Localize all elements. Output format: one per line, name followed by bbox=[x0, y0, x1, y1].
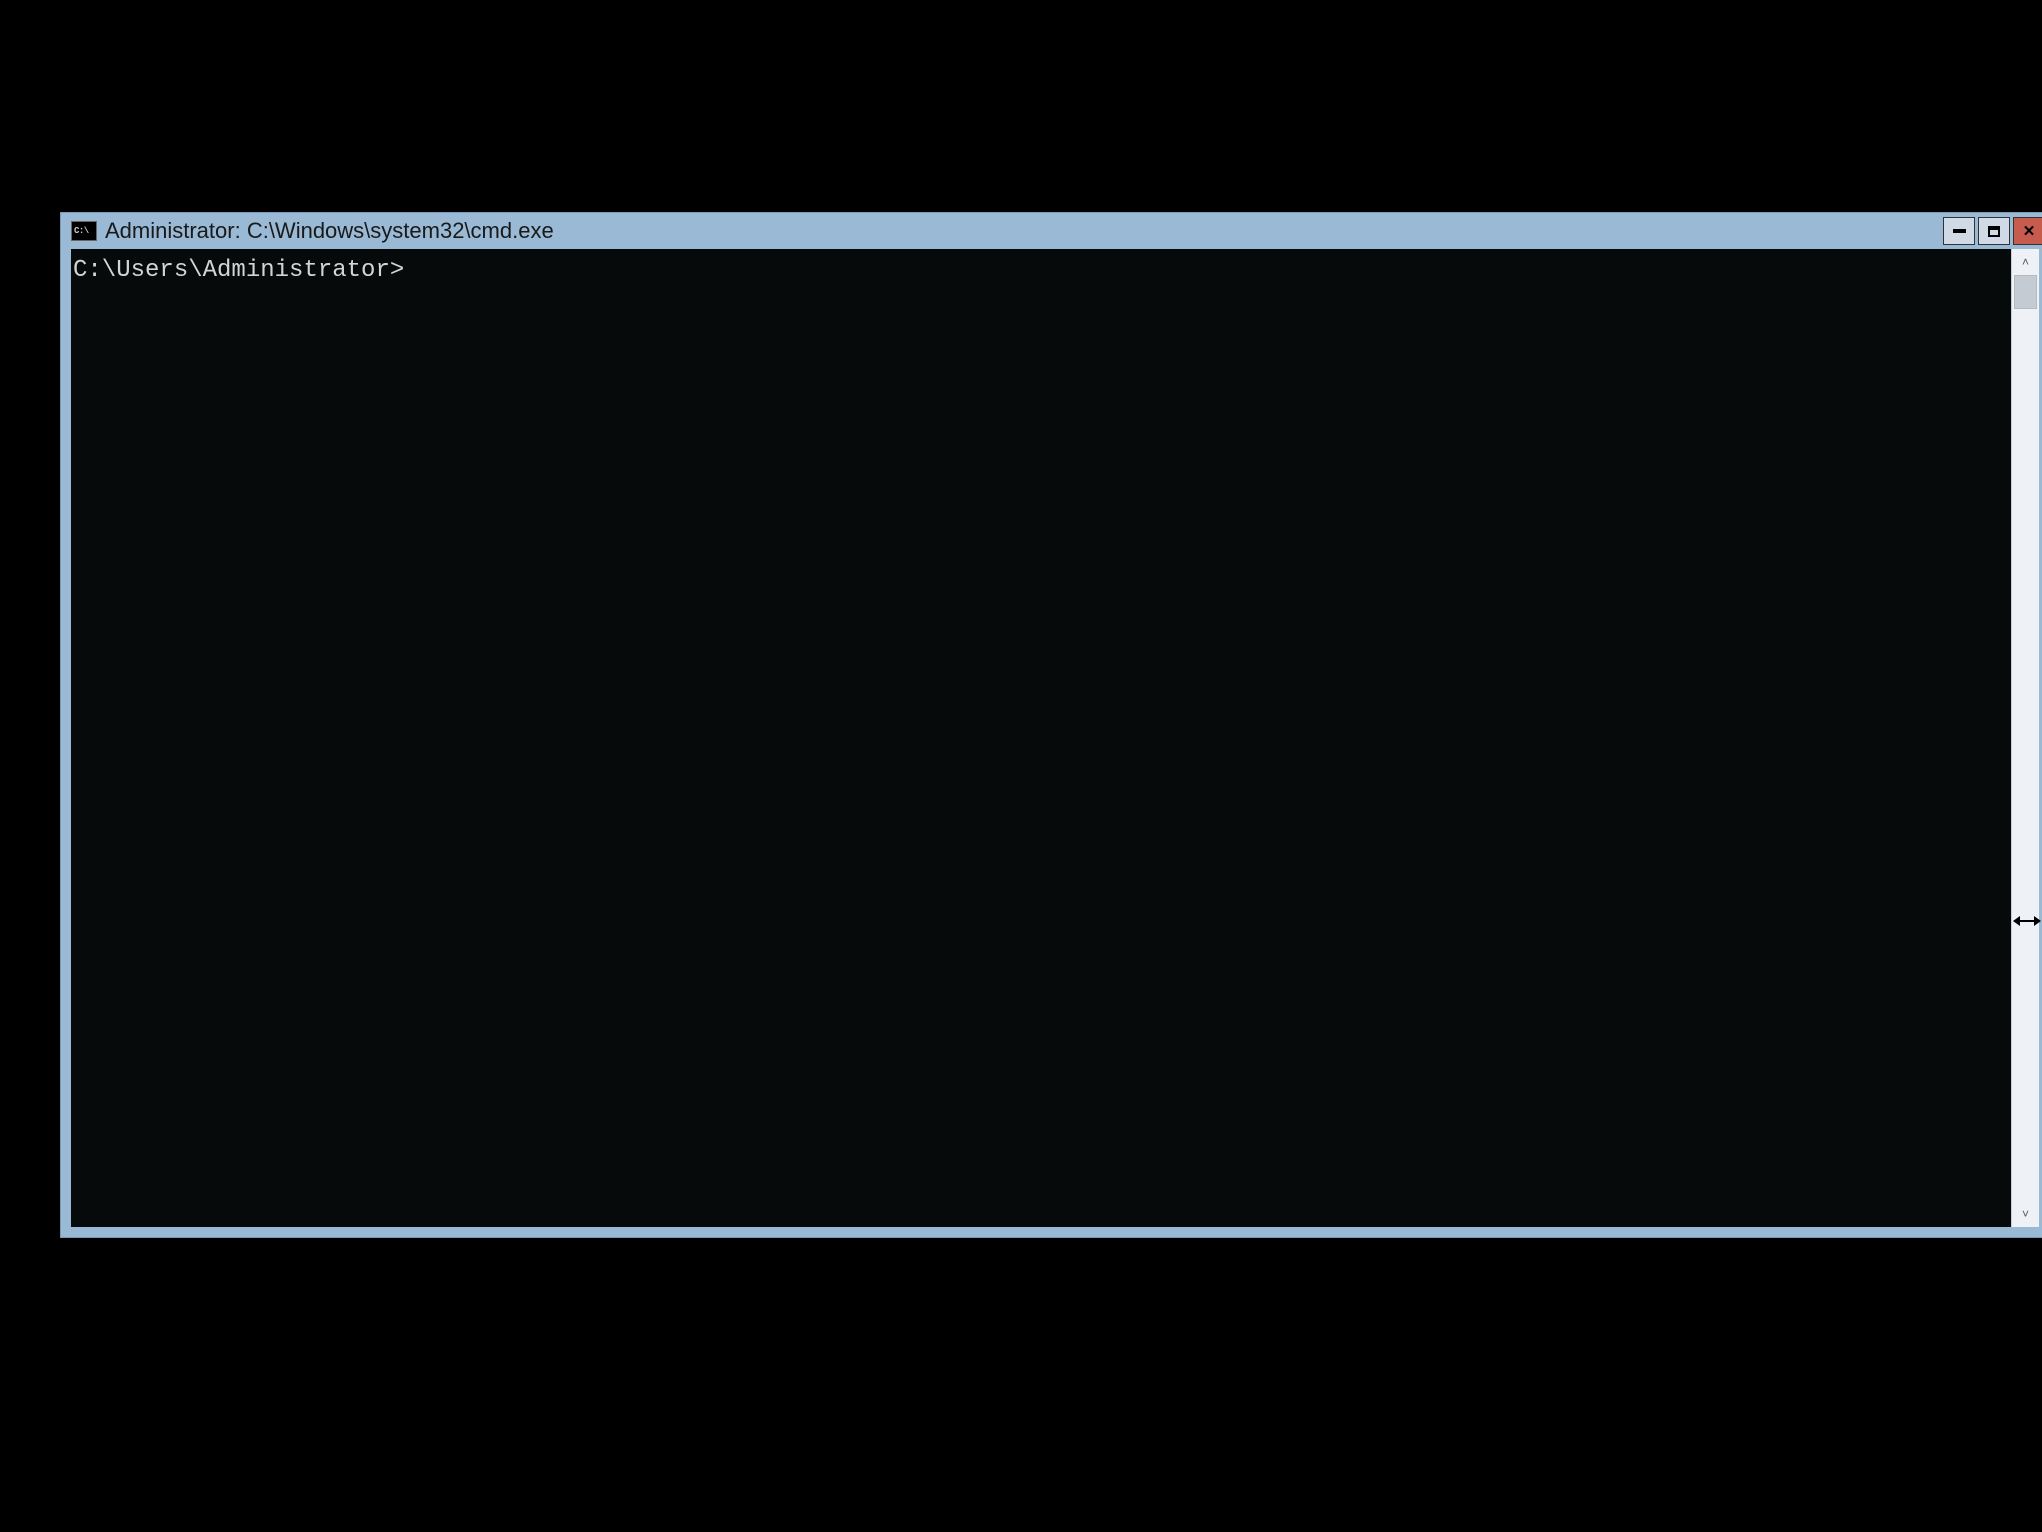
cmd-icon-label: C:\ bbox=[74, 226, 89, 236]
minimize-icon bbox=[1953, 229, 1966, 233]
window-title: Administrator: C:\Windows\system32\cmd.e… bbox=[105, 218, 554, 244]
close-icon: ✕ bbox=[2023, 224, 2036, 239]
cmd-window: C:\ Administrator: C:\Windows\system32\c… bbox=[60, 212, 2042, 1238]
cmd-icon: C:\ bbox=[71, 221, 97, 241]
window-controls: ✕ bbox=[1943, 217, 2042, 245]
scroll-up-button[interactable]: ˄ bbox=[2012, 249, 2039, 275]
scroll-thumb[interactable] bbox=[2014, 275, 2037, 309]
titlebar[interactable]: C:\ Administrator: C:\Windows\system32\c… bbox=[61, 213, 2042, 249]
prompt-text: C:\Users\Administrator> bbox=[73, 257, 404, 284]
maximize-button[interactable] bbox=[1978, 217, 2010, 245]
maximize-icon bbox=[1988, 226, 2000, 237]
client-area: C:\Users\Administrator> ˄ ˅ bbox=[71, 249, 2039, 1227]
terminal-output[interactable]: C:\Users\Administrator> bbox=[71, 249, 2011, 1227]
titlebar-left: C:\ Administrator: C:\Windows\system32\c… bbox=[71, 218, 554, 244]
scroll-down-button[interactable]: ˅ bbox=[2012, 1201, 2039, 1227]
vertical-scrollbar[interactable]: ˄ ˅ bbox=[2011, 249, 2039, 1227]
scroll-track[interactable] bbox=[2012, 275, 2039, 1201]
minimize-button[interactable] bbox=[1943, 217, 1975, 245]
close-button[interactable]: ✕ bbox=[2013, 217, 2042, 245]
